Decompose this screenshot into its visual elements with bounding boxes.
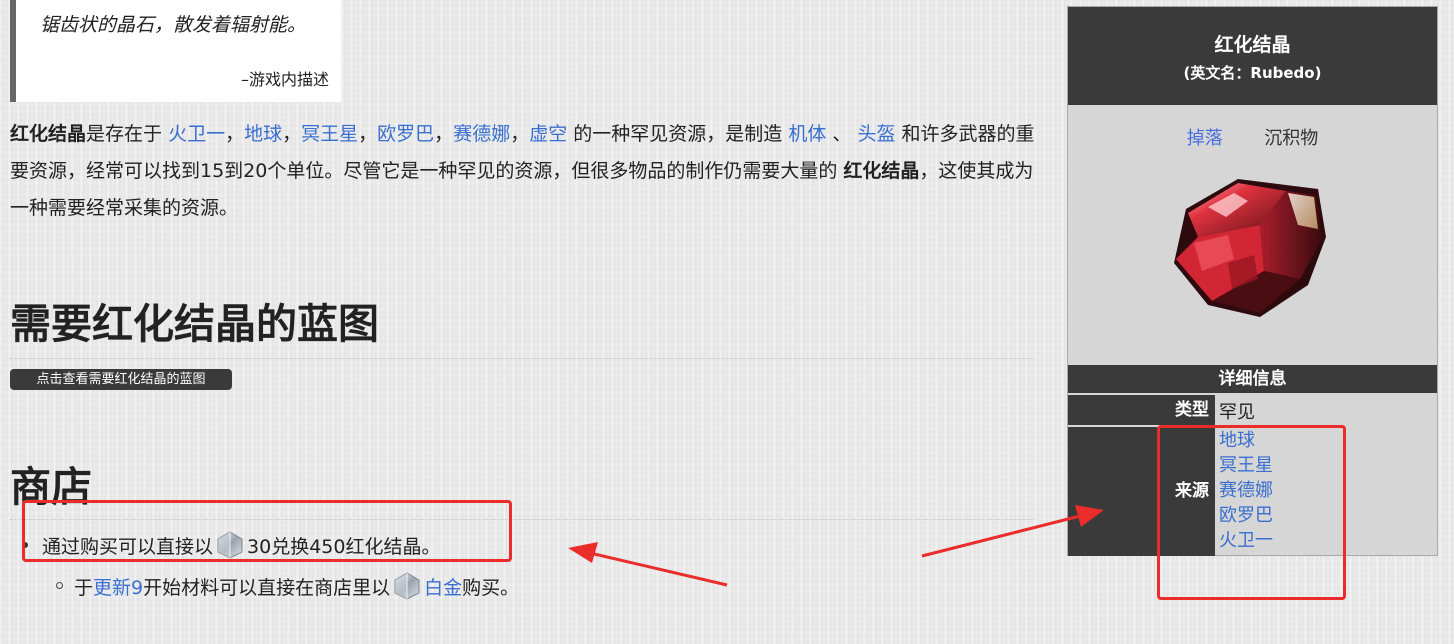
arrow-head-left: [568, 542, 598, 563]
arrow-line-left: [589, 551, 728, 587]
arrow-head-right: [1075, 505, 1104, 527]
annotation-arrows: [568, 505, 1104, 587]
arrow-line-right: [921, 514, 1081, 558]
